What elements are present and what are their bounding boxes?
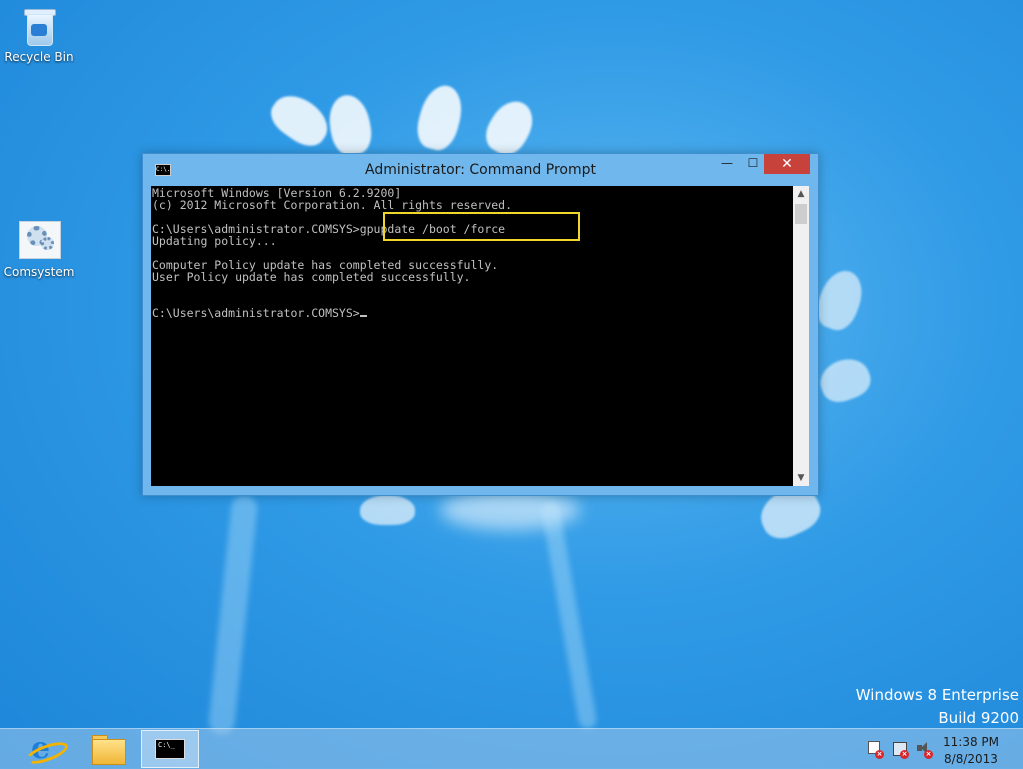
maximize-button[interactable]: ☐ <box>739 154 767 174</box>
text-cursor <box>359 315 367 317</box>
close-button[interactable]: ✕ <box>764 154 810 174</box>
command-highlight-box <box>383 212 580 241</box>
window-titlebar[interactable]: C:\. Administrator: Command Prompt — ☐ ✕ <box>143 154 818 186</box>
action-center-flag-icon[interactable]: × <box>866 741 884 759</box>
desktop-icon-recycle-bin[interactable]: Recycle Bin <box>3 6 75 64</box>
console-prompt: C:\Users\administrator.COMSYS> <box>152 306 360 320</box>
scrollbar-thumb[interactable] <box>795 204 807 224</box>
console-line: User Policy update has completed success… <box>152 270 471 284</box>
console-text: Microsoft Windows [Version 6.2.9200] (c)… <box>152 187 512 319</box>
desktop-icon-label: Recycle Bin <box>4 50 74 64</box>
command-prompt-window[interactable]: C:\. Administrator: Command Prompt — ☐ ✕… <box>142 153 819 496</box>
taskbar-internet-explorer-button[interactable]: e <box>16 731 74 769</box>
clock-time: 11:38 PM <box>943 735 999 749</box>
watermark-edition: Windows 8 Enterprise <box>855 686 1019 704</box>
console-line: Updating policy... <box>152 234 277 248</box>
speaker-muted-icon[interactable]: × <box>915 741 933 759</box>
scroll-up-arrow-icon[interactable]: ▲ <box>793 186 809 202</box>
taskbar-clock[interactable]: 11:38 PM 8/8/2013 <box>943 734 999 768</box>
vertical-scrollbar[interactable]: ▲ ▼ <box>793 186 809 486</box>
console-output[interactable]: Microsoft Windows [Version 6.2.9200] (c)… <box>151 186 793 486</box>
desktop-icon-comsystem[interactable]: Comsystem <box>3 221 75 279</box>
taskbar-file-explorer-button[interactable] <box>78 731 136 767</box>
taskbar-command-prompt-button[interactable]: C:\_ <box>141 730 199 768</box>
watermark-build: Build 9200 <box>938 709 1019 727</box>
scroll-down-arrow-icon[interactable]: ▼ <box>793 470 809 486</box>
clock-date: 8/8/2013 <box>944 752 998 766</box>
minimize-button[interactable]: — <box>713 154 741 174</box>
windows-edition-watermark: Windows 8 Enterprise Build 9200 <box>856 684 1019 730</box>
network-icon[interactable]: × <box>891 741 909 759</box>
cmd-icon: C:\_ <box>155 739 185 759</box>
settings-gear-icon <box>19 221 61 261</box>
recycle-bin-icon <box>19 6 59 46</box>
console-line: (c) 2012 Microsoft Corporation. All righ… <box>152 198 513 212</box>
desktop-icon-label: Comsystem <box>3 265 75 279</box>
